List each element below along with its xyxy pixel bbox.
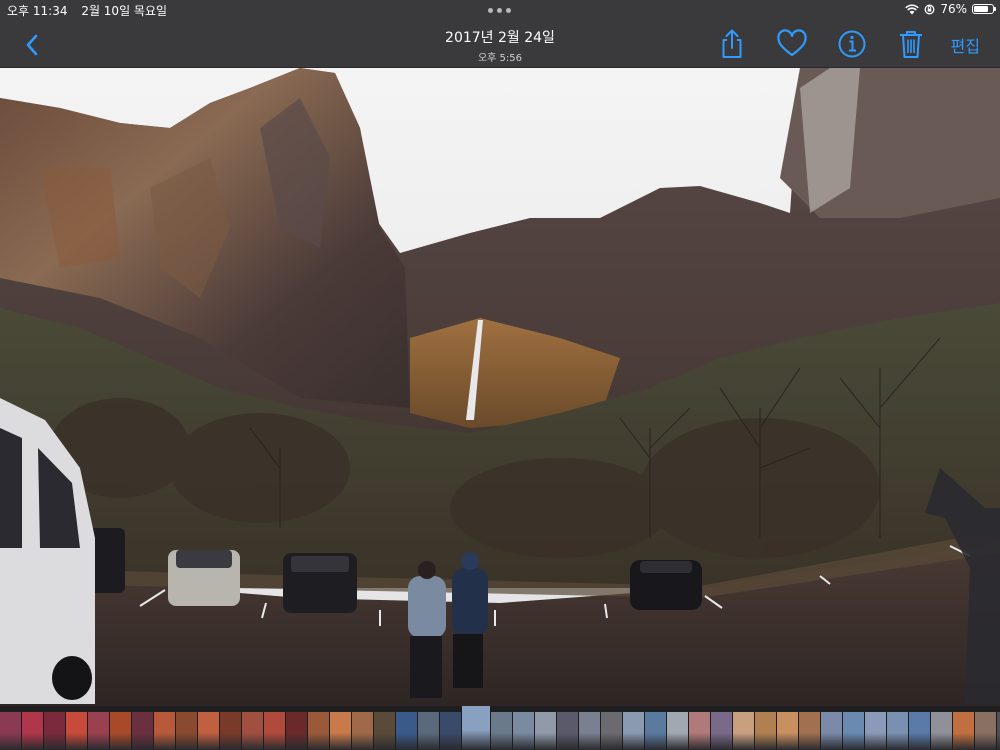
filmstrip-thumbnail[interactable] [579,712,600,750]
filmstrip-thumbnail[interactable] [66,712,87,750]
filmstrip-thumbnail[interactable] [535,712,556,750]
filmstrip-thumbnail[interactable] [330,712,351,750]
battery-icon [972,4,996,14]
filmstrip-thumbnail[interactable] [110,712,131,750]
status-bar: 오후 11:34 2월 10일 목요일 76% [0,0,1000,22]
filmstrip-thumbnail[interactable] [396,712,417,750]
filmstrip-thumbnail[interactable] [557,712,578,750]
filmstrip-thumbnail[interactable] [711,712,732,750]
photo-nav-bar: 2017년 2월 24일 오후 5:56 편집 [0,22,1000,68]
filmstrip-thumbnail[interactable] [733,712,754,750]
filmstrip-thumbnail[interactable] [601,712,622,750]
filmstrip-thumbnail[interactable] [440,712,461,750]
filmstrip-thumbnail[interactable] [865,712,886,750]
filmstrip-thumbnail[interactable] [887,712,908,750]
filmstrip-thumbnail[interactable] [220,712,241,750]
filmstrip-thumbnail[interactable] [755,712,776,750]
filmstrip-thumbnail[interactable] [176,712,197,750]
filmstrip-thumbnail[interactable] [88,712,109,750]
canyon-photo-image [0,68,1000,706]
filmstrip-thumbnail[interactable] [799,712,820,750]
filmstrip-thumbnail[interactable] [308,712,329,750]
filmstrip-thumbnail[interactable] [154,712,175,750]
filmstrip-thumbnail[interactable] [645,712,666,750]
status-date: 2월 10일 목요일 [81,4,168,18]
share-icon[interactable] [715,27,749,61]
filmstrip-thumbnail[interactable] [374,712,395,750]
edit-button[interactable]: 편집 [951,33,980,57]
filmstrip-current-thumbnail[interactable] [462,706,490,750]
filmstrip-thumbnail[interactable] [689,712,710,750]
filmstrip-thumbnail[interactable] [22,712,43,750]
status-time: 오후 11:34 [7,4,68,18]
heart-icon[interactable] [775,27,809,61]
filmstrip-thumbnail[interactable] [132,712,153,750]
orientation-lock-icon [924,4,935,14]
filmstrip-thumbnail[interactable] [0,712,21,750]
filmstrip-thumbnail[interactable] [198,712,219,750]
filmstrip-thumbnail[interactable] [953,712,974,750]
filmstrip-thumbnail[interactable] [931,712,952,750]
trash-icon[interactable] [894,27,928,61]
filmstrip-thumbnail[interactable] [667,712,688,750]
filmstrip-thumbnail[interactable] [975,712,996,750]
info-icon[interactable] [835,27,869,61]
filmstrip-thumbnail[interactable] [242,712,263,750]
filmstrip-thumbnail[interactable] [909,712,930,750]
filmstrip-thumbnail[interactable] [491,712,512,750]
filmstrip-thumbnail[interactable] [513,712,534,750]
filmstrip-thumbnail[interactable] [623,712,644,750]
filmstrip-thumbnail[interactable] [418,712,439,750]
photo-view[interactable] [0,68,1000,706]
status-right: 76% [905,2,996,16]
filmstrip-thumbnail[interactable] [286,712,307,750]
filmstrip-thumbnail[interactable] [777,712,798,750]
filmstrip-thumbnail[interactable] [821,712,842,750]
status-left: 오후 11:34 2월 10일 목요일 [7,2,177,19]
filmstrip[interactable] [0,706,1000,750]
wifi-icon [905,3,920,14]
filmstrip-thumbnail[interactable] [352,712,373,750]
battery-percent: 76% [940,2,967,16]
multitasking-dots-icon[interactable] [488,8,511,13]
filmstrip-thumbnail[interactable] [264,712,285,750]
filmstrip-thumbnail[interactable] [843,712,864,750]
filmstrip-thumbnail[interactable] [44,712,65,750]
